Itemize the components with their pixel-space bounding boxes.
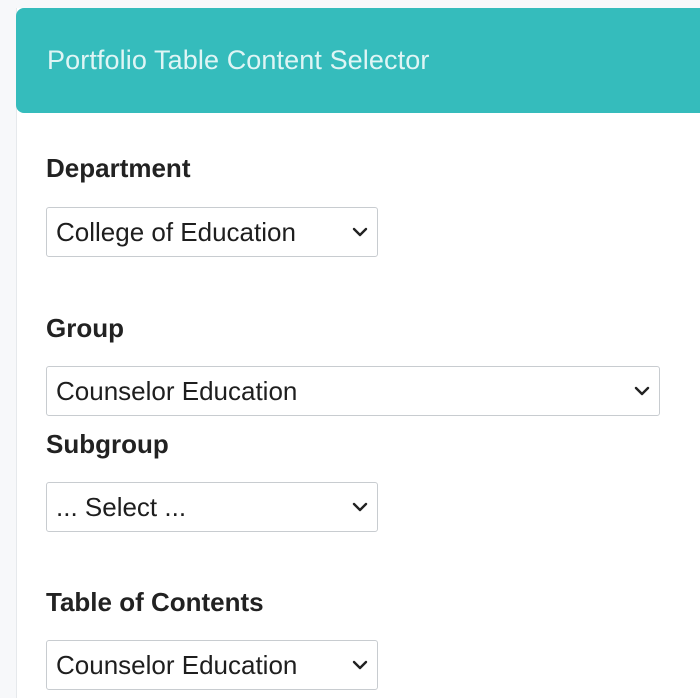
chevron-down-icon xyxy=(633,382,651,400)
table-of-contents-selected-value: Counselor Education xyxy=(56,650,298,680)
table-of-contents-select[interactable]: Counselor Education xyxy=(46,640,378,690)
panel-title: Portfolio Table Content Selector xyxy=(47,45,430,75)
chevron-down-icon xyxy=(351,223,369,241)
department-label: Department xyxy=(46,153,191,183)
group-label: Group xyxy=(46,313,124,343)
subgroup-label: Subgroup xyxy=(46,429,169,459)
panel-header: Portfolio Table Content Selector xyxy=(16,8,700,113)
chevron-down-icon xyxy=(351,498,369,516)
group-selected-value: Counselor Education xyxy=(56,376,298,406)
group-select[interactable]: Counselor Education xyxy=(46,366,660,416)
department-selected-value: College of Education xyxy=(56,217,296,247)
department-select[interactable]: College of Education xyxy=(46,207,378,257)
subgroup-select[interactable]: ... Select ... xyxy=(46,482,378,532)
subgroup-selected-value: ... Select ... xyxy=(56,492,187,522)
table-of-contents-label: Table of Contents xyxy=(46,587,264,617)
chevron-down-icon xyxy=(351,656,369,674)
